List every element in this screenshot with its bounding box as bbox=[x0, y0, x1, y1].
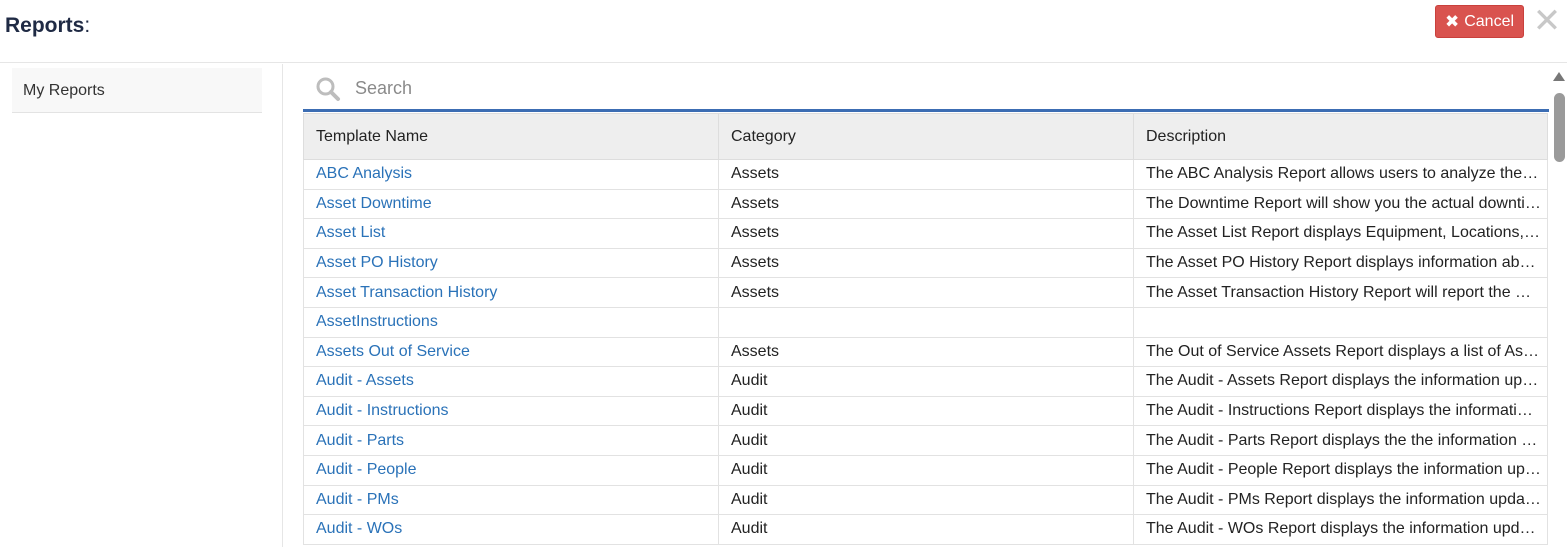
category-cell: Audit bbox=[718, 425, 1134, 456]
category-cell: Audit bbox=[718, 366, 1134, 397]
column-header-category[interactable]: Category bbox=[718, 113, 1134, 160]
description-cell bbox=[1133, 306, 1548, 338]
cancel-button-label: Cancel bbox=[1464, 12, 1515, 30]
table-row[interactable]: Audit - Parts Audit The Audit - Parts Repo… bbox=[303, 425, 1548, 456]
description-cell: The Audit - Parts Report displays the th… bbox=[1133, 425, 1548, 456]
category-cell: Audit bbox=[718, 514, 1134, 545]
description-cell: The Audit - People Report displays the i… bbox=[1133, 454, 1548, 486]
description-cell: The Asset PO History Report displays inf… bbox=[1133, 247, 1548, 279]
description-cell: The Audit - Instructions Report displays… bbox=[1133, 395, 1548, 427]
page-title-text: Reports bbox=[5, 14, 85, 37]
template-name-link[interactable]: Audit - PMs bbox=[303, 484, 719, 516]
table-row[interactable]: Asset List Assets The Asset List Report di… bbox=[303, 218, 1548, 249]
category-cell: Assets bbox=[718, 159, 1134, 190]
description-cell: The Asset Transaction History Report wil… bbox=[1133, 277, 1548, 308]
template-name-link[interactable]: Audit - Parts bbox=[303, 425, 719, 456]
close-dialog-icon[interactable]: ✕ bbox=[1532, 3, 1562, 39]
cancel-button[interactable]: ✖ Cancel bbox=[1435, 5, 1524, 38]
reports-table: Template Name Category Description ABC A… bbox=[303, 113, 1548, 545]
search-input[interactable] bbox=[355, 70, 1535, 106]
template-name-link[interactable]: Asset Downtime bbox=[303, 188, 719, 220]
template-name-link[interactable]: Asset Transaction History bbox=[303, 277, 719, 308]
template-name-link[interactable]: Audit - People bbox=[303, 454, 719, 486]
table-row[interactable]: Asset PO History Assets The Asset PO Histo… bbox=[303, 247, 1548, 279]
category-cell: Assets bbox=[718, 247, 1134, 279]
template-name-link[interactable]: Audit - Instructions bbox=[303, 395, 719, 427]
description-cell: The Audit - PMs Report displays the info… bbox=[1133, 484, 1548, 516]
category-cell: Assets bbox=[718, 188, 1134, 220]
description-cell: The Audit - Assets Report displays the i… bbox=[1133, 366, 1548, 397]
description-cell: The Out of Service Assets Report display… bbox=[1133, 336, 1548, 368]
table-row[interactable]: Assets Out of Service Assets The Out of Se… bbox=[303, 336, 1548, 368]
template-name-link[interactable]: Assets Out of Service bbox=[303, 336, 719, 368]
template-name-link[interactable]: Audit - WOs bbox=[303, 514, 719, 545]
description-cell: The Asset List Report displays Equipment… bbox=[1133, 218, 1548, 249]
table-row[interactable]: AssetInstructions bbox=[303, 306, 1548, 338]
sidebar-item-my-reports[interactable]: My Reports bbox=[12, 68, 262, 113]
description-cell: The Audit - WOs Report displays the info… bbox=[1133, 514, 1548, 545]
table-row[interactable]: Asset Downtime Assets The Downtime Report … bbox=[303, 188, 1548, 220]
category-cell: Assets bbox=[718, 277, 1134, 308]
table-row[interactable]: Audit - WOs Audit The Audit - WOs Report d… bbox=[303, 514, 1548, 545]
table-row[interactable]: Audit - People Audit The Audit - People Re… bbox=[303, 454, 1548, 486]
description-cell: The Downtime Report will show you the ac… bbox=[1133, 188, 1548, 220]
category-cell: Audit bbox=[718, 395, 1134, 427]
category-cell: Assets bbox=[718, 218, 1134, 249]
table-header-row: Template Name Category Description bbox=[303, 113, 1548, 160]
category-cell bbox=[718, 306, 1134, 338]
scroll-up-arrow-icon[interactable] bbox=[1553, 72, 1565, 81]
template-name-link[interactable]: Asset List bbox=[303, 218, 719, 249]
page-title-colon: : bbox=[84, 14, 91, 37]
template-name-link[interactable]: ABC Analysis bbox=[303, 159, 719, 190]
table-row[interactable]: Audit - Assets Audit The Audit - Assets Re… bbox=[303, 366, 1548, 397]
sidebar: My Reports bbox=[0, 64, 283, 547]
table-row[interactable]: Audit - Instructions Audit The Audit - Ins… bbox=[303, 395, 1548, 427]
close-icon: ✖ bbox=[1444, 12, 1460, 31]
dialog-header: Reports: ✖ Cancel ✕ bbox=[0, 0, 1567, 63]
category-cell: Assets bbox=[718, 336, 1134, 368]
table-row[interactable]: ABC Analysis Assets The ABC Analysis Repor… bbox=[303, 159, 1548, 190]
template-name-link[interactable]: AssetInstructions bbox=[303, 306, 719, 338]
template-name-link[interactable]: Audit - Assets bbox=[303, 366, 719, 397]
page-title: Reports: bbox=[5, 14, 90, 38]
search-icon bbox=[316, 77, 340, 101]
scrollbar-thumb[interactable] bbox=[1554, 93, 1565, 162]
category-cell: Audit bbox=[718, 454, 1134, 486]
search-bar bbox=[303, 66, 1549, 112]
template-name-link[interactable]: Asset PO History bbox=[303, 247, 719, 279]
table-row[interactable]: Asset Transaction History Assets The Asset… bbox=[303, 277, 1548, 308]
table-row[interactable]: Audit - PMs Audit The Audit - PMs Report d… bbox=[303, 484, 1548, 516]
category-cell: Audit bbox=[718, 484, 1134, 516]
column-header-description[interactable]: Description bbox=[1133, 113, 1548, 160]
column-header-template-name[interactable]: Template Name bbox=[303, 113, 719, 160]
description-cell: The ABC Analysis Report allows users to … bbox=[1133, 159, 1548, 190]
